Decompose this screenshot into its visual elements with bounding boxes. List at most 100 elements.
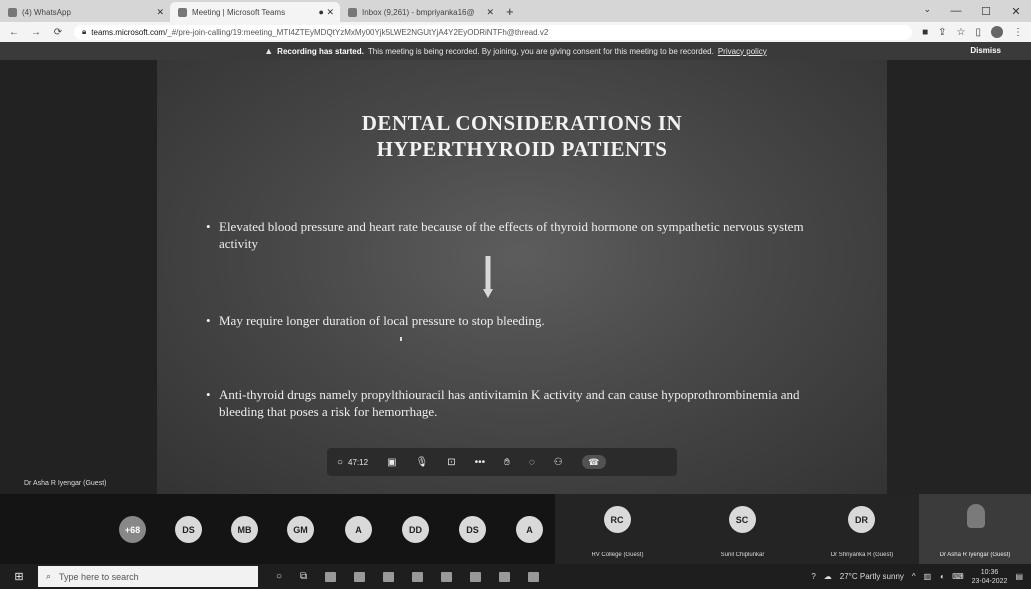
more-menu-icon[interactable]: ⋮ bbox=[1013, 27, 1023, 38]
close-icon[interactable]: ✕ bbox=[156, 7, 164, 18]
participant-avatar[interactable]: DS bbox=[459, 516, 486, 543]
participant-tile-avatar: SC bbox=[728, 506, 756, 533]
teams-app-icon[interactable] bbox=[528, 571, 540, 582]
maximize-icon[interactable]: ☐ bbox=[971, 5, 1001, 18]
slide-bullet: • May require longer duration of local p… bbox=[206, 312, 819, 329]
participant-tile[interactable]: DR Dr Shriyanka R (Guest) bbox=[805, 494, 919, 564]
recording-banner: ▲ Recording has started. This meeting is… bbox=[0, 42, 1031, 60]
hang-up-button[interactable]: ☎︎ bbox=[581, 455, 606, 469]
participant-tile[interactable]: SC Sunil Chiplunkar bbox=[680, 494, 805, 564]
new-tab-button[interactable]: + bbox=[500, 4, 520, 22]
slide-bullet: • Anti-thyroid drugs namely propylthiour… bbox=[206, 386, 819, 420]
camera-off-icon[interactable]: ▣ bbox=[387, 457, 396, 468]
close-icon[interactable]: ● ✕ bbox=[319, 7, 334, 18]
meeting-timer: 47:12 bbox=[348, 457, 369, 467]
phone-icon: ☎︎ bbox=[588, 456, 600, 467]
recording-banner-text: This meeting is being recorded. By joini… bbox=[367, 46, 714, 56]
slide-title: DENTAL CONSIDERATIONS IN HYPERTHYROID PA… bbox=[157, 110, 887, 162]
tab-label: Meeting | Microsoft Teams bbox=[192, 7, 286, 17]
browser-tab-strip: (4) WhatsApp ✕ Meeting | Microsoft Teams… bbox=[0, 0, 1031, 22]
notifications-icon[interactable]: ▤ bbox=[1015, 572, 1023, 581]
tray-overflow-icon[interactable]: ^ bbox=[912, 572, 916, 581]
shared-slide: DENTAL CONSIDERATIONS IN HYPERTHYROID PA… bbox=[157, 60, 887, 494]
self-video-name: Dr Asha R Iyengar (Guest) bbox=[939, 552, 1011, 558]
meeting-stage: ▲ Recording has started. This meeting is… bbox=[0, 42, 1031, 494]
weather-icon: ☁︎ bbox=[823, 572, 832, 581]
dismiss-button[interactable]: Dismiss bbox=[970, 46, 1001, 55]
participant-avatar[interactable]: A bbox=[345, 516, 372, 543]
mail-icon[interactable] bbox=[383, 571, 395, 582]
participant-avatar[interactable]: A bbox=[516, 516, 543, 543]
self-video-feed bbox=[967, 504, 985, 528]
slide-bullet-text: May require longer duration of local pre… bbox=[219, 313, 545, 328]
language-icon[interactable]: ⌨︎ bbox=[952, 572, 964, 581]
tab-teams-meeting[interactable]: Meeting | Microsoft Teams ● ✕ bbox=[170, 2, 340, 22]
tab-gmail-inbox[interactable]: Inbox (9,261) - bmpriyanka16@ ✕ bbox=[340, 2, 500, 22]
whatsapp-icon bbox=[8, 7, 17, 17]
task-view-icon[interactable]: ⧉ bbox=[300, 571, 307, 582]
chrome-icon[interactable] bbox=[470, 571, 482, 582]
slide-bullet-text: Anti-thyroid drugs namely propylthiourac… bbox=[219, 387, 800, 419]
teams-icon bbox=[178, 7, 187, 17]
search-icon: ⌕ bbox=[46, 571, 52, 581]
participant-avatar[interactable]: DD bbox=[402, 516, 429, 543]
mouse-cursor-icon bbox=[400, 337, 402, 341]
participant-avatar[interactable]: DS bbox=[175, 516, 202, 543]
browser-extension-icons: ■ ⇪ ☆ ▯ ⋮ bbox=[922, 26, 1023, 38]
windows-start-icon[interactable]: ⊞ bbox=[0, 570, 38, 583]
tab-whatsapp[interactable]: (4) WhatsApp ✕ bbox=[0, 2, 170, 22]
recording-banner-title: Recording has started. bbox=[277, 46, 364, 56]
lock-icon[interactable]: 🔒︎ bbox=[82, 27, 86, 37]
taskbar-clock[interactable]: 10:36 23-04-2022 bbox=[972, 568, 1008, 586]
window-controls: — ☐ ✕ bbox=[941, 0, 1031, 22]
bookmark-star-icon[interactable]: ☆ bbox=[957, 27, 966, 38]
address-bar[interactable]: 🔒︎ teams.microsoft.com/_#/pre-join-calli… bbox=[74, 24, 913, 40]
taskbar-pinned-apps: ○ ⧉ bbox=[276, 571, 540, 582]
profile-avatar-icon[interactable] bbox=[991, 26, 1003, 38]
weather-text[interactable]: 27°C Partly sunny bbox=[840, 572, 904, 581]
self-video-tile[interactable]: Dr Asha R Iyengar (Guest) bbox=[919, 494, 1031, 564]
help-icon[interactable]: ? bbox=[811, 572, 815, 581]
raise-hand-icon[interactable]: ✋︎ bbox=[504, 457, 510, 468]
reload-icon[interactable]: ⟳ bbox=[52, 27, 64, 38]
participant-tile[interactable]: RC RV College (Guest) bbox=[555, 494, 680, 564]
bullet-dot: • bbox=[206, 313, 211, 328]
participant-tile-name: Sunil Chiplunkar bbox=[720, 552, 765, 558]
window-close-icon[interactable]: ✕ bbox=[1001, 5, 1031, 18]
url-path: /_#/pre-join-calling/19:meeting_MTI4ZTEy… bbox=[165, 27, 549, 37]
more-actions-icon[interactable]: ••• bbox=[475, 457, 486, 468]
volume-icon[interactable]: ◖ bbox=[939, 572, 944, 581]
share-icon[interactable]: ⇪ bbox=[938, 27, 946, 38]
taskbar-search-box[interactable]: ⌕ Type here to search bbox=[38, 566, 258, 587]
privacy-policy-link[interactable]: Privacy policy bbox=[718, 47, 767, 56]
participants-icon[interactable]: ⚇ bbox=[554, 457, 563, 468]
recording-indicator-icon: ○ bbox=[337, 456, 344, 468]
minimize-icon[interactable]: — bbox=[941, 5, 971, 17]
office-icon[interactable] bbox=[441, 571, 453, 582]
participant-avatar[interactable]: MB bbox=[231, 516, 258, 543]
file-explorer-icon[interactable] bbox=[325, 571, 337, 582]
extensions-icon[interactable]: ▯ bbox=[975, 27, 981, 38]
cortana-icon[interactable]: ○ bbox=[276, 571, 282, 582]
clock-time: 10:36 bbox=[980, 568, 999, 576]
microphone-icon[interactable]: 🎙︎ bbox=[416, 457, 429, 468]
slide-title-line: HYPERTHYROID PATIENTS bbox=[376, 137, 668, 161]
down-arrow-icon bbox=[483, 256, 493, 298]
edge-icon[interactable] bbox=[499, 571, 511, 582]
store-icon[interactable] bbox=[354, 571, 366, 582]
stage-right-margin bbox=[887, 60, 1031, 494]
network-icon[interactable]: ▥ bbox=[924, 572, 932, 581]
participant-avatar[interactable]: GM bbox=[287, 516, 314, 543]
clock-date: 23-04-2022 bbox=[971, 577, 1008, 585]
forward-icon[interactable]: → bbox=[30, 27, 42, 38]
photos-icon[interactable] bbox=[412, 571, 424, 582]
share-screen-icon[interactable]: ⊡ bbox=[447, 457, 455, 468]
back-icon[interactable]: ← bbox=[8, 27, 20, 38]
presenter-name-label: Dr Asha R Iyengar (Guest) bbox=[24, 480, 107, 487]
chat-icon[interactable]: ◌ bbox=[529, 457, 535, 468]
camera-in-use-icon[interactable]: ■ bbox=[922, 27, 928, 38]
more-participants-badge[interactable]: +68 bbox=[119, 516, 146, 543]
tab-search-icon[interactable]: ⌄ bbox=[923, 4, 931, 15]
bullet-dot: • bbox=[206, 387, 211, 402]
close-icon[interactable]: ✕ bbox=[486, 7, 494, 18]
